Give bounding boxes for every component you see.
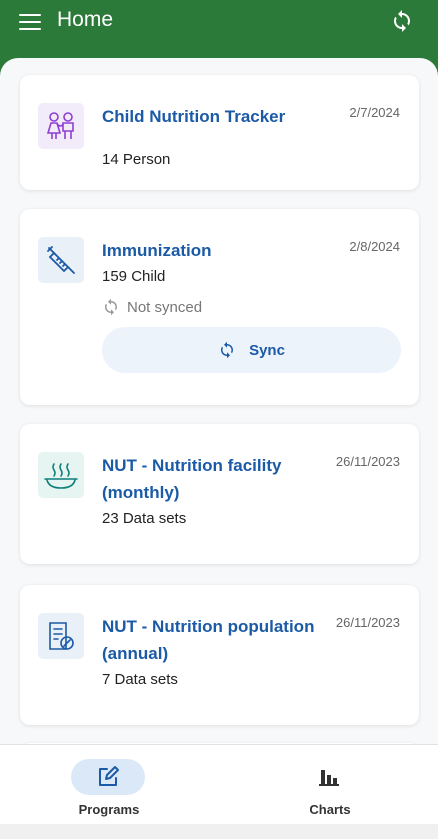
- program-title: NUT - Nutrition facility (monthly): [102, 456, 282, 502]
- syringe-icon: [38, 237, 84, 283]
- program-date: 26/11/2023: [335, 454, 400, 469]
- program-list: Child Nutrition Tracker 2/7/2024 14 Pers…: [0, 58, 438, 839]
- program-subtitle: 159 Child: [102, 268, 166, 285]
- nav-label: Programs: [78, 802, 140, 817]
- children-icon: [38, 103, 84, 149]
- sync-all-icon[interactable]: [390, 9, 414, 33]
- edit-icon: [71, 759, 145, 795]
- page-title: Home: [57, 8, 114, 31]
- program-date: 2/8/2024: [349, 239, 400, 254]
- program-date: 26/11/2023: [335, 615, 400, 630]
- nav-programs[interactable]: Programs: [39, 745, 179, 825]
- nav-label: Charts: [309, 802, 351, 817]
- program-title: NUT - Nutrition population (annual): [102, 617, 315, 663]
- steaming-bowl-icon: [38, 452, 84, 498]
- app-bar: Home: [0, 0, 438, 60]
- document-check-icon: [38, 613, 84, 659]
- sync-status-label: Not synced: [127, 298, 203, 316]
- program-subtitle: 23 Data sets: [102, 510, 187, 527]
- menu-icon[interactable]: [19, 14, 41, 30]
- program-subtitle: 7 Data sets: [102, 671, 178, 688]
- program-subtitle: 14 Person: [102, 151, 171, 168]
- program-card-nutrition-facility[interactable]: NUT - Nutrition facility (monthly) 26/11…: [20, 424, 419, 564]
- program-title: Child Nutrition Tracker: [102, 107, 286, 126]
- system-nav-area: [0, 824, 438, 839]
- program-card-child-nutrition[interactable]: Child Nutrition Tracker 2/7/2024 14 Pers…: [20, 75, 419, 190]
- sync-status: Not synced: [102, 298, 202, 316]
- bottom-navigation: Programs Charts: [0, 744, 438, 824]
- program-title: Immunization: [102, 241, 212, 260]
- sync-icon: [221, 341, 234, 359]
- sync-button-label: Sync: [249, 341, 285, 359]
- program-card-immunization[interactable]: Immunization 2/8/2024 159 Child Not sync…: [20, 209, 419, 405]
- bar-chart-icon: [292, 759, 366, 795]
- sync-button[interactable]: Sync: [102, 327, 401, 373]
- not-synced-icon: [105, 298, 117, 316]
- nav-charts[interactable]: Charts: [260, 745, 400, 825]
- program-date: 2/7/2024: [349, 105, 400, 120]
- program-card-nutrition-population[interactable]: NUT - Nutrition population (annual) 26/1…: [20, 585, 419, 725]
